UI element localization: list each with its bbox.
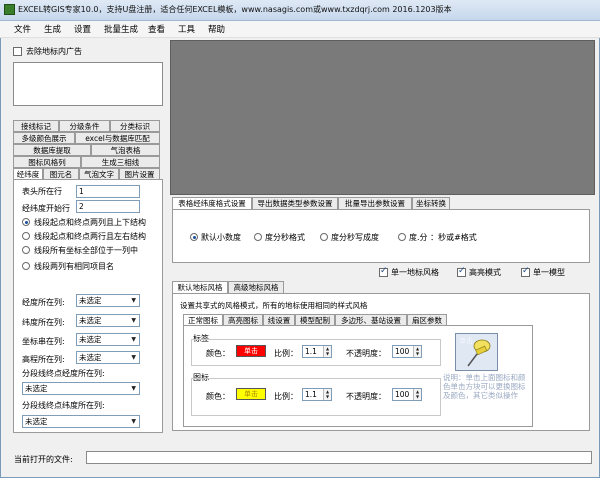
- radio-same-project-label: 线段两列有相同项目名: [34, 262, 114, 271]
- spinner-arrows-icon[interactable]: ▲ ▼: [323, 346, 331, 357]
- label-opacity-label: 不透明度：: [346, 349, 386, 358]
- spinner-arrows-icon[interactable]: ▲ ▼: [413, 389, 421, 400]
- coord-col-select[interactable]: 未选定: [76, 333, 140, 346]
- icon-opacity-value: 100: [395, 390, 410, 399]
- icon-scale-spinner[interactable]: 1.1 ▲ ▼: [302, 388, 332, 401]
- single-landmark-style-label: 单一地标风格: [391, 268, 439, 277]
- tab-db-extract[interactable]: 数据库提取: [13, 144, 91, 156]
- tab-multilevel-color[interactable]: 多级颜色展示: [13, 132, 75, 144]
- menu-batch-generate[interactable]: 批量生成: [104, 23, 138, 35]
- radio-single-column-label: 线段所有坐标全部位于一列中: [34, 246, 138, 255]
- radio-dms-label: 度分秒格式: [265, 233, 305, 242]
- radio-updown-structure[interactable]: [22, 218, 30, 226]
- pushpin-caption: 单击: [459, 337, 473, 345]
- spinner-arrows-icon[interactable]: ▲ ▼: [413, 346, 421, 357]
- pushpin-icon-button[interactable]: 单击: [455, 333, 498, 371]
- elev-col-select[interactable]: 未选定: [76, 351, 140, 364]
- radio-dms-as-degree[interactable]: [320, 233, 328, 241]
- menu-bar: 文件 生成 设置 批量生成 查看 工具 帮助: [0, 21, 600, 38]
- tab-excel-db-match[interactable]: excel与数据库匹配: [75, 132, 160, 144]
- remove-ad-label: 去除地标内广告: [26, 47, 82, 56]
- radio-leftright-label: 线段起点和终点两行且左右结构: [34, 232, 146, 241]
- lon-col-select[interactable]: 未选定: [76, 294, 140, 307]
- menu-tools[interactable]: 工具: [178, 23, 195, 35]
- icon-scale-value: 1.1: [305, 390, 317, 399]
- ad-textbox[interactable]: [13, 62, 163, 106]
- menu-settings[interactable]: 设置: [74, 23, 91, 35]
- label-opacity-spinner[interactable]: 100 ▲ ▼: [392, 345, 422, 358]
- highlight-mode-label: 高亮模式: [469, 268, 501, 277]
- current-file-label: 当前打开的文件:: [14, 455, 73, 464]
- tab-wiring-mark[interactable]: 接线标记: [13, 120, 59, 132]
- menu-help[interactable]: 帮助: [208, 23, 225, 35]
- radio-dms-as-degree-label: 度分秒写成度: [331, 233, 379, 242]
- icon-color-label: 颜色：: [206, 392, 230, 401]
- coord-col-label: 坐标串在列:: [22, 337, 65, 346]
- header-row-label: 表头所在行: [22, 187, 62, 196]
- start-row-input[interactable]: 2: [76, 200, 140, 213]
- label-color-label: 颜色：: [206, 349, 230, 358]
- menu-file[interactable]: 文件: [14, 23, 31, 35]
- radio-single-column[interactable]: [22, 246, 30, 254]
- seg-lon-select[interactable]: 未选定: [22, 382, 140, 395]
- radio-default-decimal-label: 默认小数度: [201, 233, 241, 242]
- hint-text: 说明：单击上面图标和颜色单击方块可以更换图标及颜色，其它类似操作: [443, 373, 526, 400]
- icon-ratio-label: 比例：: [274, 392, 298, 401]
- elev-col-label: 高程所在列:: [22, 355, 65, 364]
- highlight-mode-checkbox[interactable]: [457, 266, 466, 277]
- label-scale-spinner[interactable]: 1.1 ▲ ▼: [302, 345, 332, 358]
- shared-style-text: 设置共享式的风格模式，所有的地标使用相同的样式风格: [180, 301, 368, 310]
- icon-opacity-label: 不透明度：: [346, 392, 386, 401]
- map-preview-area: [170, 40, 595, 195]
- label-opacity-value: 100: [395, 347, 410, 356]
- tab-bubble-table[interactable]: 气泡表格: [91, 144, 160, 156]
- seg-lat-select[interactable]: 未选定: [22, 415, 140, 428]
- label-ratio-label: 比例：: [274, 349, 298, 358]
- lat-col-select[interactable]: 未选定: [76, 314, 140, 327]
- current-file-field[interactable]: [86, 451, 592, 464]
- single-landmark-style-checkbox[interactable]: [379, 266, 388, 277]
- start-row-label: 经纬度开始行: [22, 204, 70, 213]
- tab-icon-style-col[interactable]: 图标风格列: [13, 156, 81, 168]
- radio-same-project[interactable]: [22, 262, 30, 270]
- title-bar: EXCEL转GIS专家10.0，支持U盘注册，适合任何EXCEL模板，www.n…: [0, 0, 600, 21]
- menu-view[interactable]: 查看: [148, 23, 165, 35]
- seg-lat-label: 分段线终点纬度所在列:: [22, 401, 105, 410]
- radio-dm-s[interactable]: [398, 233, 406, 241]
- tab-category-id[interactable]: 分类标识: [110, 120, 160, 132]
- tab-three-phase-line[interactable]: 生成三相线: [81, 156, 160, 168]
- icon-opacity-spinner[interactable]: 100 ▲ ▼: [392, 388, 422, 401]
- lon-col-label: 经度所在列:: [22, 298, 65, 307]
- menu-generate[interactable]: 生成: [44, 23, 61, 35]
- window-title: EXCEL转GIS专家10.0，支持U盘注册，适合任何EXCEL模板，www.n…: [18, 5, 452, 14]
- header-row-input[interactable]: 1: [76, 185, 140, 198]
- remove-ad-checkbox[interactable]: [13, 47, 22, 56]
- radio-updown-label: 线段起点和终点两列且上下结构: [34, 218, 146, 227]
- seg-lon-label: 分段线终点经度所在列:: [22, 369, 105, 378]
- app-icon: [4, 4, 15, 15]
- single-model-checkbox[interactable]: [521, 266, 530, 277]
- label-color-button[interactable]: 单击: [236, 345, 266, 357]
- radio-dms[interactable]: [254, 233, 262, 241]
- single-model-label: 单一模型: [533, 268, 565, 277]
- radio-dm-s-label: 度.分 ：秒或#格式: [409, 233, 477, 242]
- tab-grading-condition[interactable]: 分级条件: [59, 120, 110, 132]
- radio-leftright-structure[interactable]: [22, 232, 30, 240]
- spinner-arrows-icon[interactable]: ▲ ▼: [323, 389, 331, 400]
- radio-default-decimal[interactable]: [190, 233, 198, 241]
- lat-col-label: 纬度所在列:: [22, 318, 65, 327]
- icon-color-button[interactable]: 单击: [236, 388, 266, 400]
- label-scale-value: 1.1: [305, 347, 317, 356]
